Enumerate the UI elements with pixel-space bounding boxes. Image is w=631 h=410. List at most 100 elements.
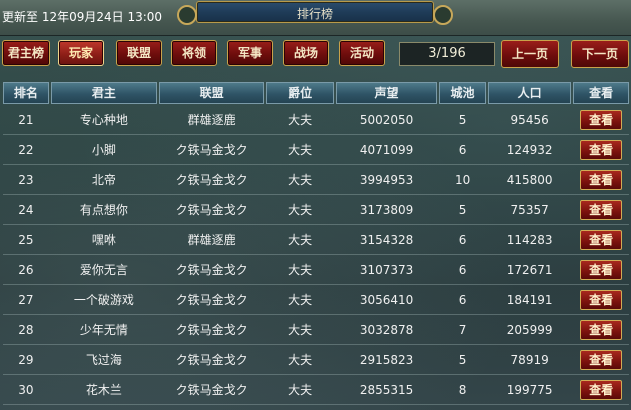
table-row: 29 飞过海 ク铁马金戈ク 大夫 2915823 5 78919 查看: [3, 345, 629, 375]
cell-lord: 嘿咻: [91, 233, 116, 247]
cell-prestige: 5002050: [359, 112, 414, 127]
title-plate: 排行榜: [177, 1, 453, 25]
view-button[interactable]: 查看: [580, 199, 623, 220]
cell-alliance: ク铁马金戈ク: [175, 353, 248, 367]
cell-prestige: 3154328: [359, 232, 414, 247]
column-header-lord: 君主: [50, 82, 157, 104]
cell-population: 415800: [506, 172, 553, 187]
cell-view: 查看: [573, 319, 629, 340]
cell-view: 查看: [573, 169, 629, 190]
cell-view: 查看: [573, 379, 629, 400]
cell-rank: 24: [18, 202, 34, 217]
view-button[interactable]: 查看: [580, 349, 623, 370]
view-button[interactable]: 查看: [580, 169, 623, 190]
view-button[interactable]: 查看: [580, 109, 623, 130]
cell-population: 95456: [510, 112, 549, 127]
cell-alliance: ク铁马金戈ク: [175, 263, 248, 277]
table-row: 24 有点想你 ク铁马金戈ク 大夫 3173809 5 75357 查看: [3, 195, 629, 225]
table-body: 21 专心种地 群雄逐鹿 大夫 5002050 5 95456 查看 22 小脚 ク铁马金戈ク 大夫 4…: [3, 105, 629, 405]
cell-title: 大夫: [288, 263, 313, 277]
view-button[interactable]: 查看: [580, 289, 623, 310]
column-header-population: 人口: [487, 82, 572, 104]
view-button[interactable]: 查看: [580, 319, 623, 340]
column-header-title: 爵位: [266, 82, 334, 104]
cell-population: 205999: [506, 322, 553, 337]
cell-cities: 6: [458, 142, 467, 157]
column-header-view: 查看: [573, 82, 629, 104]
cell-prestige: 3994953: [359, 172, 414, 187]
cell-lord: 小脚: [91, 143, 116, 157]
cell-cities: 5: [458, 202, 467, 217]
cell-lord: 爱你无言: [79, 263, 128, 277]
cell-cities: 6: [458, 232, 467, 247]
top-bar: 更新至 12年09月24日 13:00 排行榜: [0, 0, 631, 36]
table-header: 排名 君主 联盟 爵位 声望 城池 人口 查看: [3, 82, 629, 105]
cell-title: 大夫: [288, 293, 313, 307]
cell-rank: 28: [18, 322, 34, 337]
update-timestamp: 更新至 12年09月24日 13:00: [2, 10, 163, 24]
cell-title: 大夫: [288, 383, 313, 397]
cell-alliance: ク铁马金戈ク: [175, 383, 248, 397]
cell-population: 114283: [506, 232, 553, 247]
cell-population: 78919: [510, 352, 549, 367]
tab-alliance[interactable]: 联盟: [116, 40, 162, 66]
table-row: 27 一个破游戏 ク铁马金戈ク 大夫 3056410 6 184191 查看: [3, 285, 629, 315]
cell-title: 大夫: [288, 173, 313, 187]
next-page-button[interactable]: 下一页: [571, 40, 629, 68]
ranking-table: 排名 君主 联盟 爵位 声望 城池 人口 查看 21 专心种地 群雄逐鹿大夫 5002…: [3, 82, 629, 405]
tab-military[interactable]: 军事: [227, 40, 273, 66]
column-header-alliance: 联盟: [159, 82, 265, 104]
tab-battlefield[interactable]: 战场: [283, 40, 329, 66]
view-button[interactable]: 查看: [580, 379, 623, 400]
cell-view: 查看: [573, 139, 629, 160]
cell-rank: 23: [18, 172, 34, 187]
table-row: 25 嘿咻 群雄逐鹿 大夫 3154328 6 114283 查看: [3, 225, 629, 255]
cell-prestige: 4071099: [359, 142, 414, 157]
cell-rank: 25: [18, 232, 34, 247]
column-header-rank: 排名: [3, 82, 49, 104]
cell-rank: 30: [18, 382, 34, 397]
table-row: 30 花木兰 ク铁马金戈ク 大夫 2855315 8 199775 查看: [3, 375, 629, 405]
view-button[interactable]: 查看: [580, 229, 623, 250]
table-row: 22 小脚 ク铁马金戈ク 大夫 4071099 6 124932 查看: [3, 135, 629, 165]
view-button[interactable]: 查看: [580, 259, 623, 280]
cell-view: 查看: [573, 349, 629, 370]
cell-cities: 6: [458, 262, 467, 277]
page-indicator: 3/196: [399, 42, 495, 66]
cell-alliance: ク铁马金戈ク: [175, 323, 248, 337]
cell-alliance: ク铁马金戈ク: [175, 143, 248, 157]
column-header-cities: 城池: [439, 82, 486, 104]
cell-prestige: 3107373: [359, 262, 414, 277]
cell-alliance: 群雄逐鹿: [187, 113, 236, 127]
tab-player[interactable]: 玩家: [58, 40, 104, 66]
view-button[interactable]: 查看: [580, 139, 623, 160]
cell-rank: 21: [18, 112, 34, 127]
column-header-prestige: 声望: [335, 82, 438, 104]
cell-prestige: 2915823: [359, 352, 414, 367]
cell-cities: 8: [458, 382, 467, 397]
page-title: 排行榜: [296, 7, 333, 21]
cell-rank: 29: [18, 352, 34, 367]
cell-prestige: 2855315: [359, 382, 414, 397]
cell-lord: 专心种地: [79, 113, 128, 127]
cell-lord: 北帝: [91, 173, 116, 187]
cell-view: 查看: [573, 259, 629, 280]
cell-population: 184191: [506, 292, 553, 307]
cell-title: 大夫: [288, 353, 313, 367]
cell-cities: 6: [458, 292, 467, 307]
cell-prestige: 3056410: [359, 292, 414, 307]
cell-lord: 少年无情: [79, 323, 128, 337]
tab-event[interactable]: 活动: [339, 40, 385, 66]
cell-population: 124932: [506, 142, 553, 157]
tab-general[interactable]: 将领: [171, 40, 217, 66]
cell-population: 199775: [506, 382, 553, 397]
cell-rank: 22: [18, 142, 34, 157]
tab-lord-ranking[interactable]: 君主榜: [2, 40, 50, 66]
prev-page-button[interactable]: 上一页: [501, 40, 559, 68]
cell-alliance: ク铁马金戈ク: [175, 293, 248, 307]
cell-cities: 7: [458, 322, 467, 337]
cell-alliance: ク铁马金戈ク: [175, 203, 248, 217]
cell-lord: 一个破游戏: [73, 293, 134, 307]
cell-title: 大夫: [288, 323, 313, 337]
cell-lord: 花木兰: [85, 383, 122, 397]
